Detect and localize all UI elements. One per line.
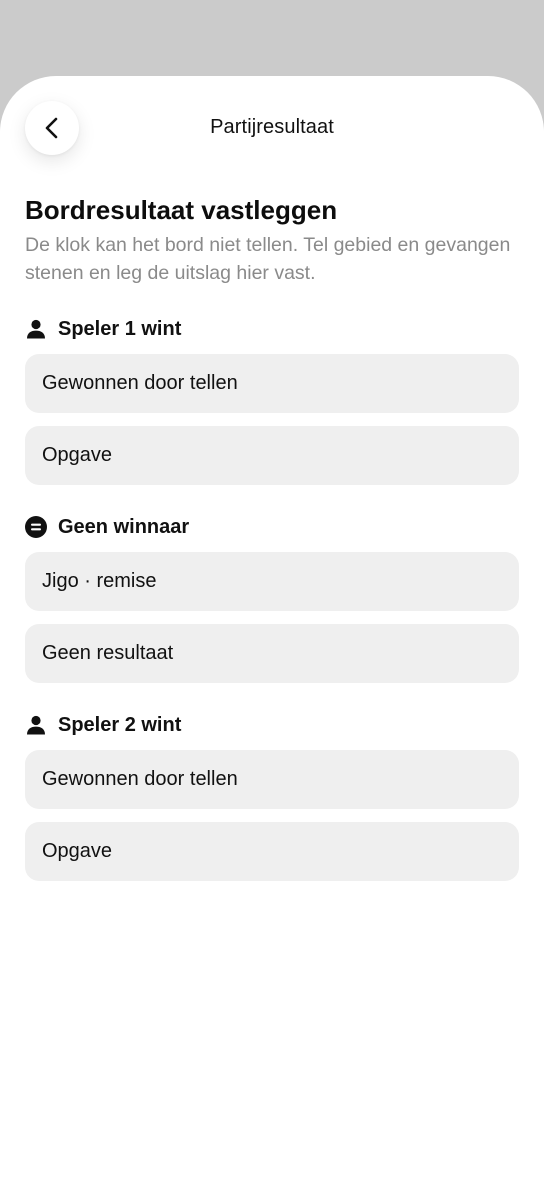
option-jigo[interactable]: Jigo · remise [25,552,519,611]
section-description: De klok kan het bord niet tellen. Tel ge… [25,234,511,284]
group-label: Speler 2 wint [58,713,182,736]
group-header: Speler 1 wint [25,317,519,341]
option-player-1-counting[interactable]: Gewonnen door tellen [25,354,519,413]
group-label: Geen winnaar [58,515,190,538]
group-label: Speler 1 wint [58,317,182,340]
section-heading: Bordresultaat vastleggen [25,195,338,225]
group-no-winner: Geen winnaar Jigo · remise Geen resultaa… [25,515,519,683]
page-title: Partijresultaat [210,116,334,138]
group-header: Speler 2 wint [25,713,519,737]
group-header: Geen winnaar [25,515,519,539]
result-sheet: Partijresultaat Bordresultaat vastleggen… [0,76,544,1182]
group-player-1-wins: Speler 1 wint Gewonnen door tellen Opgav… [25,317,519,485]
option-no-result[interactable]: Geen resultaat [25,624,519,683]
content: Bordresultaat vastleggen De klok kan het… [25,193,519,881]
person-icon [25,714,47,736]
option-player-2-resignation[interactable]: Opgave [25,822,519,881]
group-player-2-wins: Speler 2 wint Gewonnen door tellen Opgav… [25,713,519,881]
option-player-2-counting[interactable]: Gewonnen door tellen [25,750,519,809]
person-icon [25,318,47,340]
option-player-1-resignation[interactable]: Opgave [25,426,519,485]
equals-circle-icon [25,516,47,538]
